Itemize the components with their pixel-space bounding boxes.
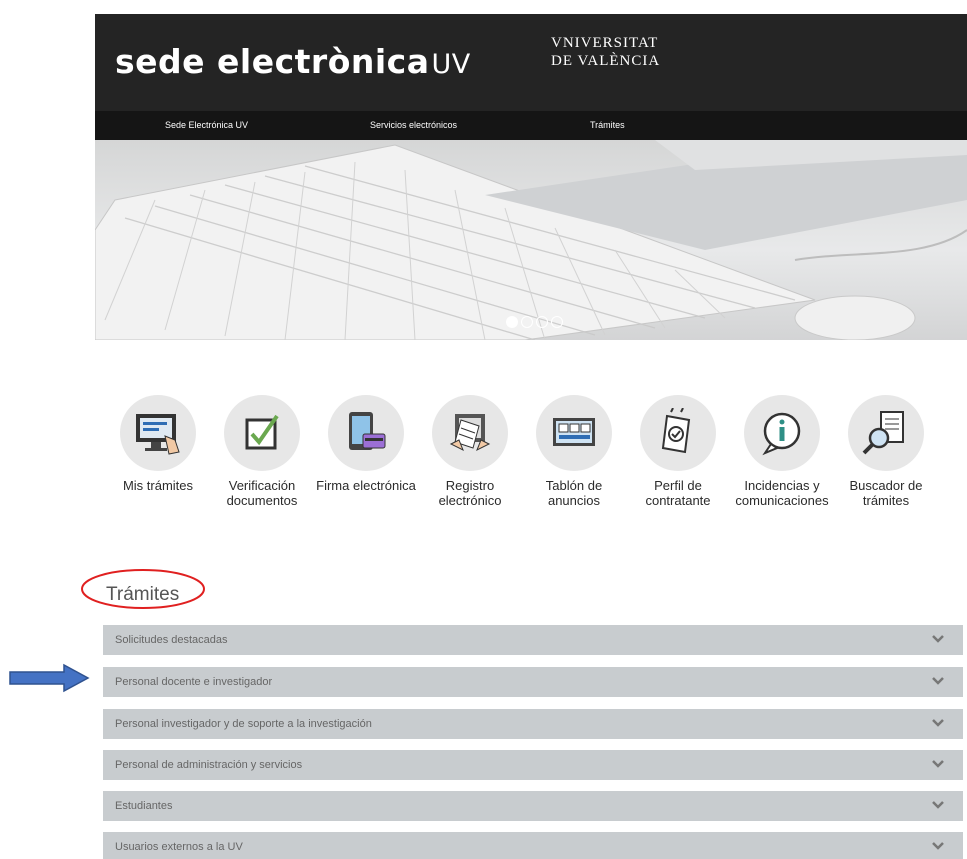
board-icon (553, 418, 595, 446)
service-icon-circle (640, 395, 716, 471)
chevron-down-icon (932, 635, 944, 643)
accordion-label: Solicitudes destacadas (115, 634, 228, 646)
accordion-label: Personal docente e investigador (115, 676, 273, 688)
chevron-down-icon (932, 801, 944, 809)
keyboard-image (95, 140, 967, 340)
chevron-down-icon (932, 677, 944, 685)
nav-item-sede[interactable]: Sede Electrónica UV (165, 120, 248, 130)
accordion-label: Personal de administración y servicios (115, 759, 303, 771)
accordion-personal-docente[interactable]: Personal docente e investigador (103, 667, 963, 697)
service-mis-tramites[interactable]: Mis trámites (103, 395, 213, 493)
search-doc-icon (862, 411, 904, 455)
checkbox-icon (245, 414, 279, 450)
annotation-arrow-icon (9, 663, 90, 693)
brand-main: sede electrònica (115, 42, 430, 81)
service-label: Registro electrónico (438, 478, 502, 508)
tablet-card-icon (349, 412, 386, 450)
chevron-down-icon (932, 719, 944, 727)
service-label: Verificación documentos (226, 478, 298, 508)
accordion-estudiantes[interactable]: Estudiantes (103, 791, 963, 821)
chevron-down-icon (932, 842, 944, 850)
logo-line1: VNIVERSITAT (551, 35, 659, 51)
service-label: Firma electrónica (316, 478, 416, 493)
accordion-label: Personal investigador y de soporte a la … (115, 718, 372, 730)
site-brand[interactable]: sede electrònicaUV (115, 42, 471, 81)
service-label: Tablón de anuncios (545, 478, 603, 508)
service-icon-circle (224, 395, 300, 471)
service-icon-circle (328, 395, 404, 471)
nav-item-tramites[interactable]: Trámites (590, 120, 625, 130)
service-icon-circle (120, 395, 196, 471)
monitor-hand-icon (136, 414, 180, 455)
document-hands-icon (449, 414, 491, 452)
accordion-personal-investigador[interactable]: Personal investigador y de soporte a la … (103, 709, 963, 739)
nav-item-servicios[interactable]: Servicios electrónicos (370, 120, 457, 130)
brand-suffix: UV (431, 49, 471, 80)
carousel-dot-2[interactable] (521, 316, 533, 328)
accordion-solicitudes[interactable]: Solicitudes destacadas (103, 625, 963, 655)
service-label: Buscador de trámites (849, 478, 923, 508)
service-perfil[interactable]: Perfil de contratante (623, 395, 733, 508)
service-label: Incidencias y comunicaciones (735, 478, 829, 508)
logo-line2: DE VALÈNCIA (551, 53, 661, 69)
accordion-label: Usuarios externos a la UV (115, 841, 243, 853)
accordion-personal-administracion[interactable]: Personal de administración y servicios (103, 750, 963, 780)
service-label: Perfil de contratante (645, 478, 711, 508)
service-icon-circle (432, 395, 508, 471)
university-logo[interactable]: VNIVERSITAT DE VALÈNCIA (551, 34, 660, 70)
contract-icon (661, 408, 691, 454)
service-firma[interactable]: Firma electrónica (311, 395, 421, 493)
service-label: Mis trámites (122, 478, 194, 493)
info-bubble-icon (762, 412, 801, 456)
hero-banner (95, 140, 967, 340)
service-icon-circle (536, 395, 612, 471)
site-header: sede electrònicaUV VNIVERSITAT DE VALÈNC… (95, 14, 967, 111)
service-icon-circle (744, 395, 820, 471)
service-verificacion[interactable]: Verificación documentos (207, 395, 317, 508)
service-tablon[interactable]: Tablón de anuncios (519, 395, 629, 508)
carousel-dot-1[interactable] (506, 316, 518, 328)
carousel-dot-3[interactable] (536, 316, 548, 328)
service-registro[interactable]: Registro electrónico (415, 395, 525, 508)
service-icon-circle (848, 395, 924, 471)
service-incidencias[interactable]: Incidencias y comunicaciones (727, 395, 837, 508)
accordion-label: Estudiantes (115, 800, 173, 812)
annotation-oval (81, 569, 205, 609)
carousel-dots (506, 315, 566, 333)
service-buscador[interactable]: Buscador de trámites (831, 395, 941, 508)
chevron-down-icon (932, 760, 944, 768)
main-nav: Sede Electrónica UV Servicios electrónic… (95, 111, 967, 140)
services-grid: Mis trámites Verificación documentos Fir… (95, 395, 967, 565)
carousel-dot-4[interactable] (551, 316, 563, 328)
accordion-usuarios-externos[interactable]: Usuarios externos a la UV (103, 832, 963, 859)
